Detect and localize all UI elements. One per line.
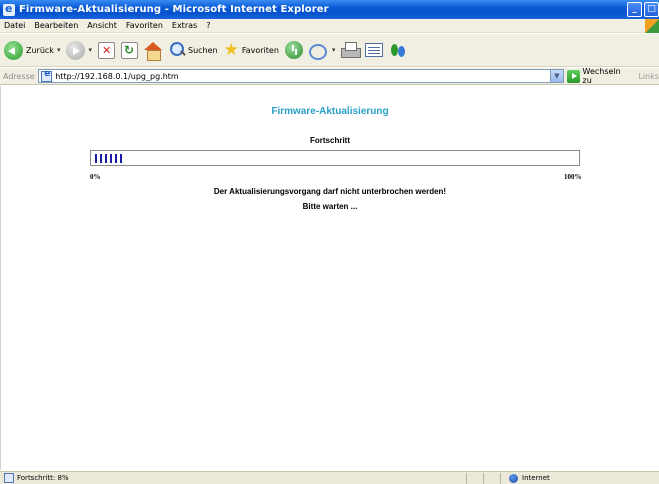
favorites-label: Favoriten <box>241 45 279 55</box>
back-label: Zurück <box>26 45 54 55</box>
chevron-down-icon: ▾ <box>88 46 92 54</box>
menu-datei[interactable]: Datei <box>4 21 25 30</box>
maximize-button[interactable]: □ <box>644 2 659 17</box>
search-button[interactable]: Suchen <box>169 42 218 58</box>
stop-icon[interactable] <box>97 41 115 59</box>
back-arrow-icon <box>4 40 23 60</box>
page-content: Firmware-Aktualisierung Fortschritt 0% 1… <box>0 86 659 470</box>
chevron-down-icon: ▾ <box>56 46 61 54</box>
progress-tick <box>110 153 112 163</box>
home-icon[interactable] <box>143 41 163 61</box>
toolbar: Zurück ▾ ▾ Suchen ★ Favoriten ▾ <box>0 34 659 67</box>
zone-label: Internet <box>522 474 550 482</box>
status-text: Fortschritt: 8% <box>17 474 69 482</box>
search-icon <box>169 42 185 58</box>
forward-button[interactable]: ▾ <box>66 40 92 60</box>
progress-tick <box>95 153 97 163</box>
progress-bar <box>90 150 580 166</box>
address-bar: Adresse http://192.168.0.1/upg_pg.htm ▼ … <box>0 67 659 85</box>
print-icon[interactable] <box>341 42 362 58</box>
windows-logo-icon <box>645 19 659 33</box>
status-divider <box>500 472 501 484</box>
menu-bearbeiten[interactable]: Bearbeiten <box>34 21 78 30</box>
progress-tick <box>100 153 102 163</box>
go-arrow-icon <box>566 69 580 83</box>
messenger-icon[interactable] <box>389 42 407 58</box>
internet-zone-icon <box>509 473 518 483</box>
address-label: Adresse <box>3 71 35 81</box>
address-input[interactable]: http://192.168.0.1/upg_pg.htm ▼ <box>38 69 564 83</box>
menu-extras[interactable]: Extras <box>172 21 197 30</box>
window-titlebar: Firmware-Aktualisierung - Microsoft Inte… <box>0 0 659 19</box>
progress-tick <box>120 153 122 163</box>
progress-label: Fortschritt <box>310 136 350 145</box>
links-button[interactable]: Links <box>638 72 659 81</box>
progress-max-label: 100% <box>564 173 582 181</box>
page-icon <box>4 473 14 483</box>
menu-bar: Datei Bearbeiten Ansicht Favoriten Extra… <box>0 19 659 33</box>
address-dropdown-button[interactable]: ▼ <box>549 70 563 82</box>
search-label: Suchen <box>187 45 218 55</box>
wait-message: Bitte warten ... <box>302 202 358 211</box>
menu-help[interactable]: ? <box>206 21 210 30</box>
mail-button[interactable]: ▾ <box>308 42 336 60</box>
forward-arrow-icon <box>66 40 86 60</box>
progress-tick <box>105 153 107 163</box>
warning-message: Der Aktualisierungsvorgang darf nicht un… <box>213 187 447 196</box>
window-controls: _ □ <box>627 2 659 17</box>
edit-icon[interactable] <box>365 43 384 57</box>
minimize-button[interactable]: _ <box>627 2 642 17</box>
mail-icon <box>308 42 329 60</box>
status-divider <box>466 472 467 484</box>
go-button[interactable]: Wechseln zu <box>566 67 632 85</box>
status-bar: Fortschritt: 8% Internet <box>0 471 659 484</box>
star-icon: ★ <box>223 39 239 60</box>
address-url: http://192.168.0.1/upg_pg.htm <box>55 71 179 81</box>
status-divider <box>483 472 484 484</box>
internet-explorer-icon <box>3 2 15 16</box>
history-icon[interactable] <box>284 41 303 59</box>
go-label: Wechseln zu <box>582 67 621 85</box>
window-title: Firmware-Aktualisierung - Microsoft Inte… <box>19 4 329 15</box>
progress-tick <box>115 153 117 163</box>
page-icon <box>41 69 53 82</box>
chevron-down-icon: ▾ <box>331 46 336 54</box>
page-title: Firmware-Aktualisierung <box>271 106 389 117</box>
menu-ansicht[interactable]: Ansicht <box>87 21 117 30</box>
back-button[interactable]: Zurück ▾ <box>4 40 61 60</box>
refresh-icon[interactable] <box>120 41 138 59</box>
favorites-button[interactable]: ★ Favoriten <box>223 39 279 60</box>
progress-min-label: 0% <box>90 173 101 181</box>
menu-favoriten[interactable]: Favoriten <box>126 21 163 30</box>
